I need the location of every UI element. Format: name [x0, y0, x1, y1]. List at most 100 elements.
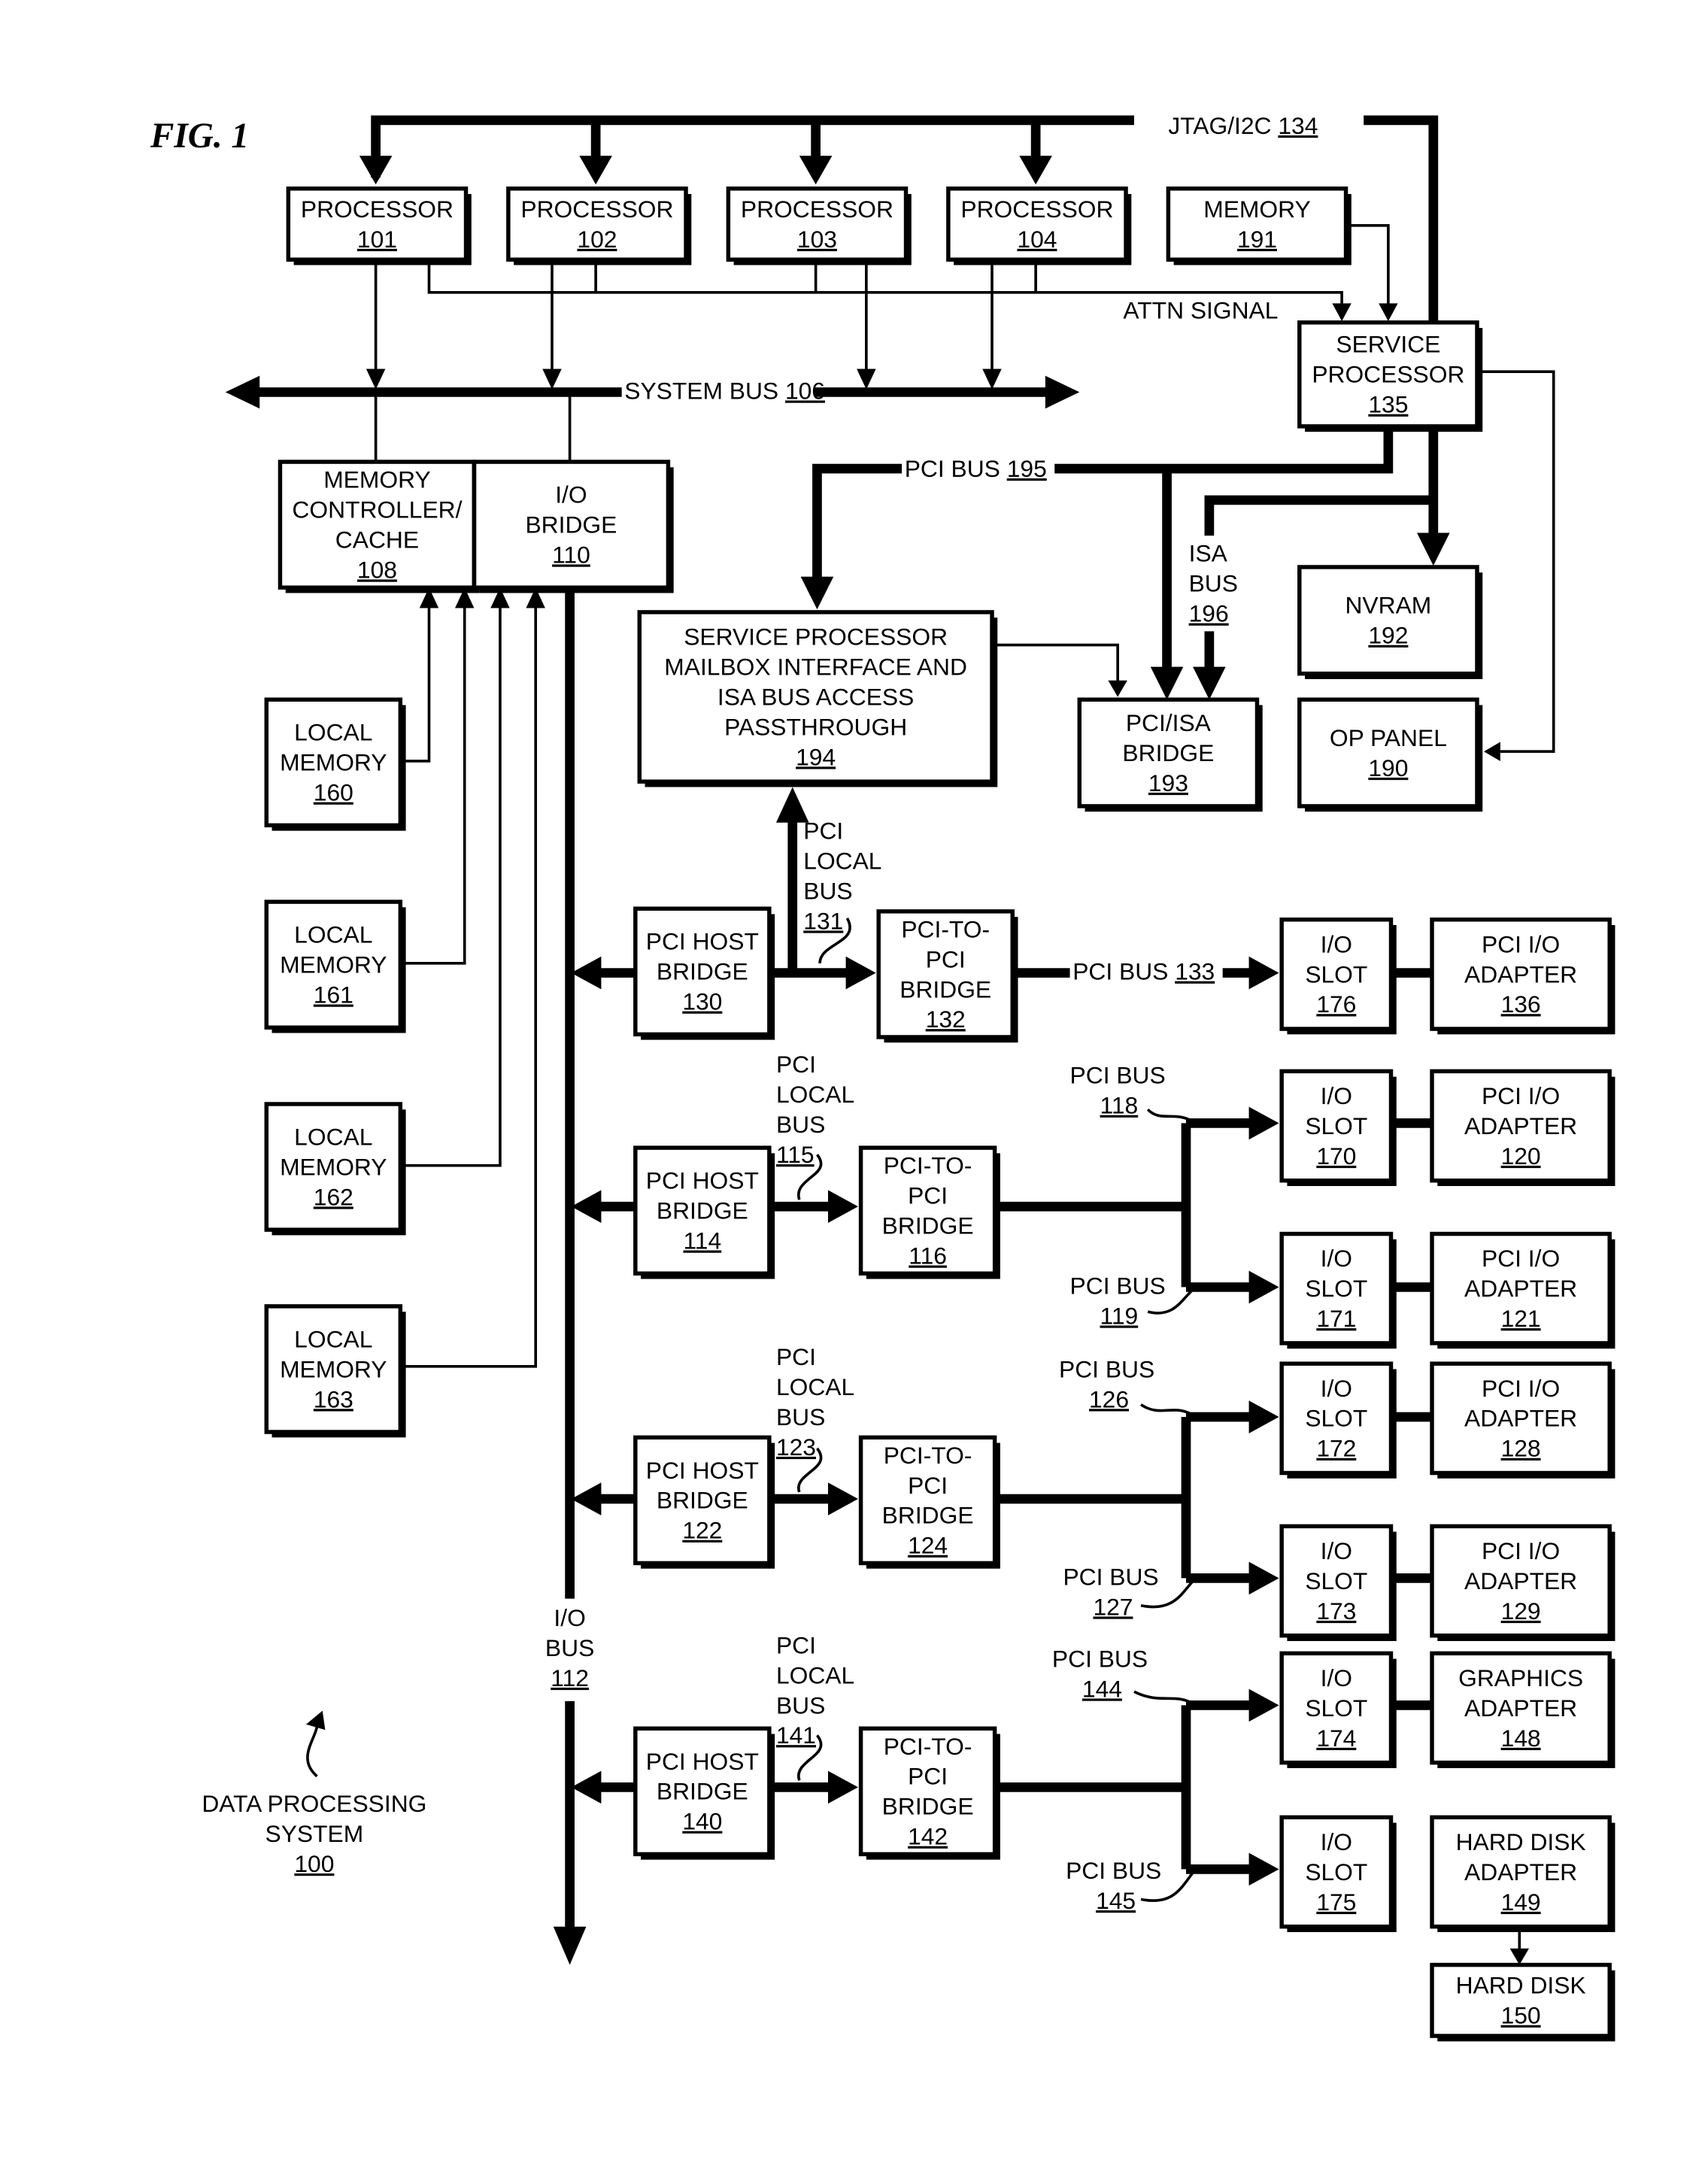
label-ref-number: 119	[1100, 1302, 1139, 1329]
box-label-line: OP PANEL	[1330, 724, 1447, 751]
box-ref-number: 124	[908, 1532, 948, 1559]
box-label-line: MEMORY	[1203, 196, 1310, 223]
box-ref-number: 103	[797, 226, 837, 253]
jtag-bus-right	[1364, 115, 1439, 323]
box-p102: PROCESSOR 102	[506, 186, 692, 265]
box-ref-number: 136	[1501, 990, 1541, 1018]
box-label-line: LOCAL	[294, 921, 372, 948]
label-ref-number: 126	[1089, 1385, 1129, 1412]
label-text: ATTN SIGNAL	[1123, 296, 1278, 323]
box-label-line: MEMORY	[280, 1153, 387, 1180]
box-ref-number: 110	[552, 542, 590, 569]
box-label-line: PCI/ISA	[1126, 709, 1212, 736]
label-ref-number: 145	[1096, 1887, 1136, 1914]
box-ad136: PCI I/O ADAPTER 136	[1430, 917, 1615, 1035]
box-ad129: PCI I/O ADAPTER 129	[1430, 1524, 1615, 1641]
label-text: PCI	[776, 1051, 816, 1078]
box-ref-number: 193	[1148, 769, 1188, 796]
box-ref-number: 174	[1316, 1725, 1356, 1752]
box-label-line: I/O	[1321, 1537, 1352, 1564]
box-label-line: BRIDGE	[882, 1502, 974, 1529]
box-label-line: PASSTHROUGH	[724, 713, 907, 740]
box-slot172: I/O SLOT 172	[1279, 1361, 1397, 1479]
box-ref-number: 102	[577, 226, 617, 253]
box-label-line: BRIDGE	[525, 511, 617, 538]
label-text: BUS	[1189, 570, 1238, 597]
box-op190: OP PANEL 190	[1297, 697, 1483, 812]
box-ga148: GRAPHICS ADAPTER 148	[1430, 1651, 1615, 1768]
box-ref-number: 149	[1501, 1888, 1541, 1916]
label-ref-number: 144	[1082, 1675, 1122, 1702]
label-jtag: JTAG/I2C 134	[1165, 112, 1332, 141]
box-label-line: PCI	[926, 945, 966, 972]
box-p103: PROCESSOR 103	[726, 186, 912, 265]
label-pcibus126: PCI BUS 126	[1059, 1355, 1154, 1412]
label-ref-number: 131	[803, 907, 843, 934]
box-ad128: PCI I/O ADAPTER 128	[1430, 1361, 1615, 1479]
label-text: LOCAL	[803, 847, 881, 874]
label-text: BUS	[776, 1691, 825, 1719]
box-ppb116: PCI-TO- PCI BRIDGE 116	[858, 1145, 1000, 1279]
box-label-line: SLOT	[1305, 1112, 1367, 1139]
box-ref-number: 114	[683, 1227, 721, 1254]
box-ref-number: 135	[1368, 391, 1408, 418]
box-label-line: ADAPTER	[1464, 1405, 1577, 1432]
box-ref-number: 142	[908, 1823, 948, 1850]
box-mem191: MEMORY 191	[1166, 186, 1352, 265]
bus-label-text: JTAG/I2C 134	[1168, 112, 1318, 139]
label-text: BUS	[776, 1111, 825, 1138]
box-spm194: SERVICE PROCESSOR MAILBOX INTERFACE ANDIS…	[637, 610, 998, 787]
box-label-line: I/O	[1321, 1082, 1352, 1109]
box-phb140: PCI HOST BRIDGE 140	[633, 1726, 775, 1860]
label-text: LOCAL	[776, 1661, 854, 1688]
box-label-line: PCI	[908, 1472, 948, 1499]
box-label-line: MEMORY	[280, 1355, 387, 1382]
box-frame	[1297, 697, 1479, 808]
label-ref-number: 141	[776, 1722, 816, 1749]
box-ref-number: 104	[1017, 226, 1057, 253]
label-text: LOCAL	[776, 1081, 854, 1108]
box-label-line: PCI-TO-	[884, 1733, 972, 1760]
box-ref-number: 150	[1501, 2002, 1541, 2029]
label-text: LOCAL	[776, 1373, 854, 1400]
label-ref-number: 115	[776, 1141, 815, 1168]
label-attn: ATTN SIGNAL	[1123, 296, 1278, 323]
label-text: BUS	[803, 877, 852, 904]
box-label-line: CACHE	[335, 526, 419, 554]
box-label-line: I/O	[1321, 1245, 1352, 1272]
box-label-line: PCI HOST	[646, 1167, 759, 1194]
box-hd150: HARD DISK 150	[1430, 1962, 1615, 2042]
label-text: DATA PROCESSING	[202, 1790, 426, 1817]
label-text: PCI BUS	[1059, 1355, 1154, 1382]
figure-label: FIG. 1	[150, 117, 249, 156]
label-text: PCI BUS	[1070, 1273, 1166, 1300]
box-label-line: PROCESSOR	[520, 196, 673, 223]
box-slot175: I/O SLOT 175	[1279, 1815, 1397, 1932]
label-ref-number: 196	[1189, 600, 1229, 627]
box-label-line: ADAPTER	[1464, 1275, 1577, 1302]
box-label-line: BRIDGE	[900, 975, 991, 1003]
box-slot170: I/O SLOT 170	[1279, 1069, 1397, 1186]
box-label-line: MEMORY	[280, 951, 387, 978]
box-label-line: SLOT	[1305, 1405, 1367, 1432]
box-label-line: LOCAL	[294, 1325, 372, 1352]
label-pcilocal141: PCI LOCAL BUS 141	[776, 1631, 854, 1749]
box-ref-number: 172	[1316, 1435, 1356, 1462]
label-pcibus144: PCI BUS 144	[1052, 1645, 1148, 1702]
box-label-line: BRIDGE	[657, 958, 748, 985]
box-label-line: LOCAL	[294, 719, 372, 746]
box-label-line: PCI-TO-	[884, 1442, 972, 1469]
box-label-line: SERVICE	[1336, 331, 1440, 358]
box-label-line: ADAPTER	[1464, 1694, 1577, 1722]
box-label-line: PCI	[908, 1763, 948, 1790]
box-label-line: ADAPTER	[1464, 1567, 1577, 1594]
box-label-line: MEMORY	[280, 749, 387, 776]
box-label-line: BRIDGE	[1122, 739, 1214, 766]
box-label-line: I/O	[555, 481, 587, 508]
box-ref-number: 170	[1316, 1142, 1356, 1169]
box-label-line: MAILBOX INTERFACE AND	[664, 654, 967, 681]
label-text: PCI BUS	[1066, 1857, 1161, 1884]
box-slot171: I/O SLOT 171	[1279, 1231, 1397, 1349]
box-label-line: I/O	[1321, 1828, 1352, 1855]
box-ref-number: 161	[314, 981, 353, 1009]
